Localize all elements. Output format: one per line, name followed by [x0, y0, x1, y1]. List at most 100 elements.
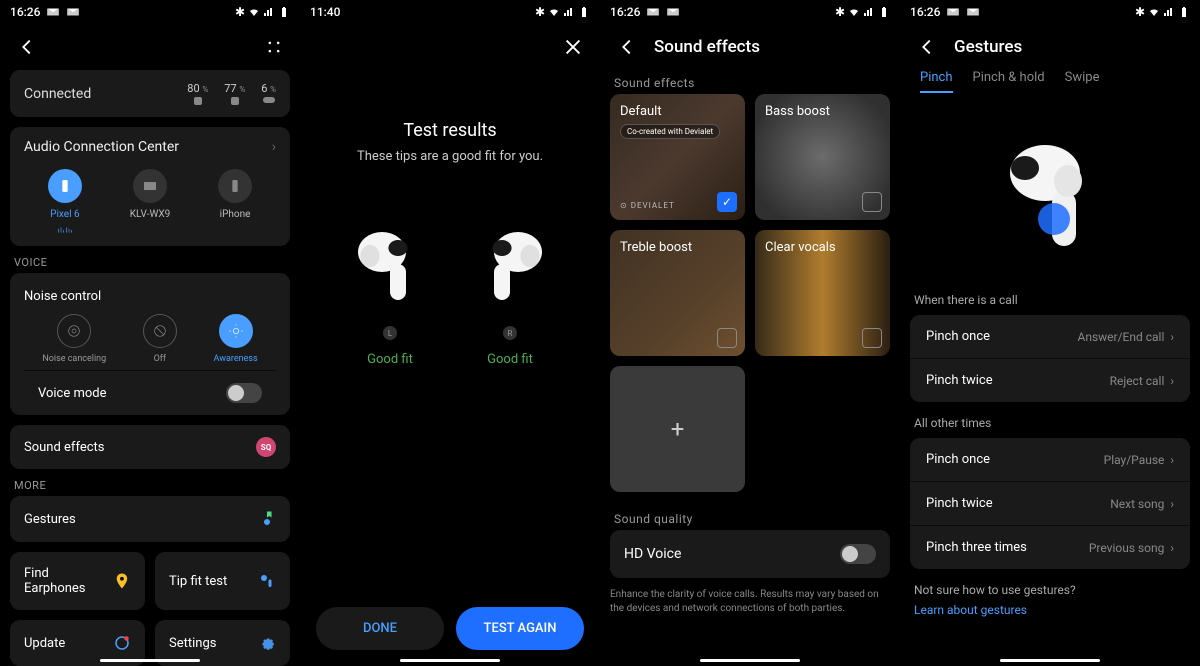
signal-icon [263, 6, 275, 18]
battery-icon [578, 6, 590, 18]
signal-icon [1163, 6, 1175, 18]
voice-mode-row[interactable]: Voice mode [24, 370, 276, 415]
gmail-icon [646, 5, 660, 19]
noise-control-title: Noise control [24, 289, 101, 304]
done-button[interactable]: DONE [316, 607, 444, 650]
tab-pinch-hold[interactable]: Pinch & hold [973, 70, 1045, 93]
signal-icon [563, 6, 575, 18]
gesture-illustration [990, 133, 1110, 253]
tip-fit-tile[interactable]: Tip fit test [155, 552, 290, 610]
clock: 11:40 [310, 5, 340, 19]
audio-connection-card[interactable]: Audio Connection Center› Pixel 6 KLV-WX9… [10, 127, 290, 246]
preset-treble[interactable]: Treble boost [610, 230, 745, 356]
learn-gestures-link[interactable]: Learn about gestures [914, 603, 1186, 617]
home-indicator[interactable] [100, 659, 200, 662]
sound-effects-screen: 16:26 ✱ Sound effects Sound effects Defa… [600, 0, 900, 666]
bluetooth-icon: ✱ [535, 5, 545, 19]
gesture-row[interactable]: Pinch twiceReject call› [910, 358, 1190, 402]
gmail-icon [66, 5, 80, 19]
se-section-label: Sound effects [614, 76, 886, 90]
find-earphones-tile[interactable]: Find Earphones [10, 552, 145, 610]
sound-effects-row[interactable]: Sound effects SQ [10, 425, 290, 469]
device-pixel6[interactable]: Pixel 6 [48, 169, 82, 234]
wifi-icon [848, 6, 860, 18]
hd-voice-row[interactable]: HD Voice [624, 544, 876, 564]
connected-card: Connected 80 % 77 % 6 % [10, 70, 290, 117]
status-bar: 16:26 ✱ [900, 0, 1200, 24]
preset-check[interactable] [862, 192, 882, 212]
status-bar: 16:26 ✱ [600, 0, 900, 24]
wifi-icon [548, 6, 560, 18]
bluetooth-icon: ✱ [1135, 5, 1145, 19]
menu-icon[interactable] [264, 37, 284, 57]
device-klv[interactable]: KLV-WX9 [130, 169, 171, 234]
battery-icon [1178, 6, 1190, 18]
back-icon[interactable] [16, 36, 38, 58]
preset-clear[interactable]: Clear vocals [755, 230, 890, 356]
device-iphone[interactable]: iPhone [218, 169, 252, 234]
wifi-icon [1148, 6, 1160, 18]
chevron-right-icon: › [1170, 497, 1174, 511]
right-result: Good fit [487, 352, 533, 367]
test-again-button[interactable]: TEST AGAIN [456, 607, 584, 650]
voice-section-label: VOICE [14, 256, 286, 269]
hd-voice-desc: Enhance the clarity of voice calls. Resu… [610, 588, 890, 616]
gmail-icon [946, 5, 960, 19]
add-preset[interactable]: + [610, 366, 745, 492]
noise-canceling[interactable]: Noise canceling [42, 314, 106, 364]
battery-case: 6 % [261, 82, 276, 105]
battery-right: 77 % [224, 82, 245, 105]
clock: 16:26 [910, 5, 940, 19]
left-label: L [383, 326, 397, 340]
close-icon[interactable] [562, 36, 584, 58]
voice-mode-toggle[interactable] [226, 383, 262, 403]
gesture-help-text: Not sure how to use gestures? [914, 583, 1186, 597]
clock: 16:26 [10, 5, 40, 19]
test-title: Test results [403, 120, 496, 141]
call-section-label: When there is a call [914, 293, 1186, 307]
gmail-icon [966, 5, 980, 19]
gmail-icon [666, 5, 680, 19]
home-indicator[interactable] [400, 659, 500, 662]
status-bar: 16:26 ✱ [0, 0, 300, 24]
update-icon [113, 634, 131, 652]
wifi-icon [248, 6, 260, 18]
back-icon[interactable] [916, 36, 938, 58]
sq-badge: SQ [256, 437, 276, 457]
location-icon [113, 572, 131, 590]
gestures-icon [258, 510, 276, 528]
noise-off[interactable]: Off [143, 314, 177, 364]
gesture-row[interactable]: Pinch twiceNext song› [910, 481, 1190, 525]
devialet-logo: ⊙ DEVIALET [620, 201, 675, 210]
tab-swipe[interactable]: Swipe [1065, 70, 1100, 93]
home-indicator[interactable] [1000, 659, 1100, 662]
header [300, 24, 600, 70]
noise-control-card: Noise control Noise canceling Off Awaren… [10, 273, 290, 415]
preset-check[interactable] [717, 192, 737, 212]
more-section-label: MORE [14, 479, 286, 492]
hd-voice-toggle[interactable] [840, 544, 876, 564]
tab-pinch[interactable]: Pinch [920, 70, 953, 93]
fit-test-screen: 11:40 ✱ Test results These tips are a go… [300, 0, 600, 666]
gestures-tile[interactable]: Gestures [10, 496, 290, 542]
chevron-right-icon: › [1170, 453, 1174, 467]
sq-label: Sound quality [614, 512, 886, 526]
preset-check[interactable] [717, 328, 737, 348]
chevron-right-icon: › [1170, 330, 1174, 344]
home-indicator[interactable] [700, 659, 800, 662]
gesture-row[interactable]: Pinch onceAnswer/End call› [910, 315, 1190, 358]
settings-screen: 16:26 ✱ Connected 80 % 77 % [0, 0, 300, 666]
gear-icon [258, 634, 276, 652]
gmail-icon [46, 5, 60, 19]
noise-awareness[interactable]: Awareness [214, 314, 258, 364]
back-icon[interactable] [616, 36, 638, 58]
preset-bass[interactable]: Bass boost [755, 94, 890, 220]
gesture-row[interactable]: Pinch three timesPrevious song› [910, 525, 1190, 569]
earbud-left: L Good fit [350, 224, 430, 367]
gestures-screen: 16:26 ✱ Gestures Pinch Pinch & hold Swip… [900, 0, 1200, 666]
gesture-row[interactable]: Pinch oncePlay/Pause› [910, 438, 1190, 481]
preset-default[interactable]: Default Co-created with Devialet ⊙ DEVIA… [610, 94, 745, 220]
test-subtitle: These tips are a good fit for you. [357, 149, 543, 164]
preset-check[interactable] [862, 328, 882, 348]
battery-icon [278, 6, 290, 18]
